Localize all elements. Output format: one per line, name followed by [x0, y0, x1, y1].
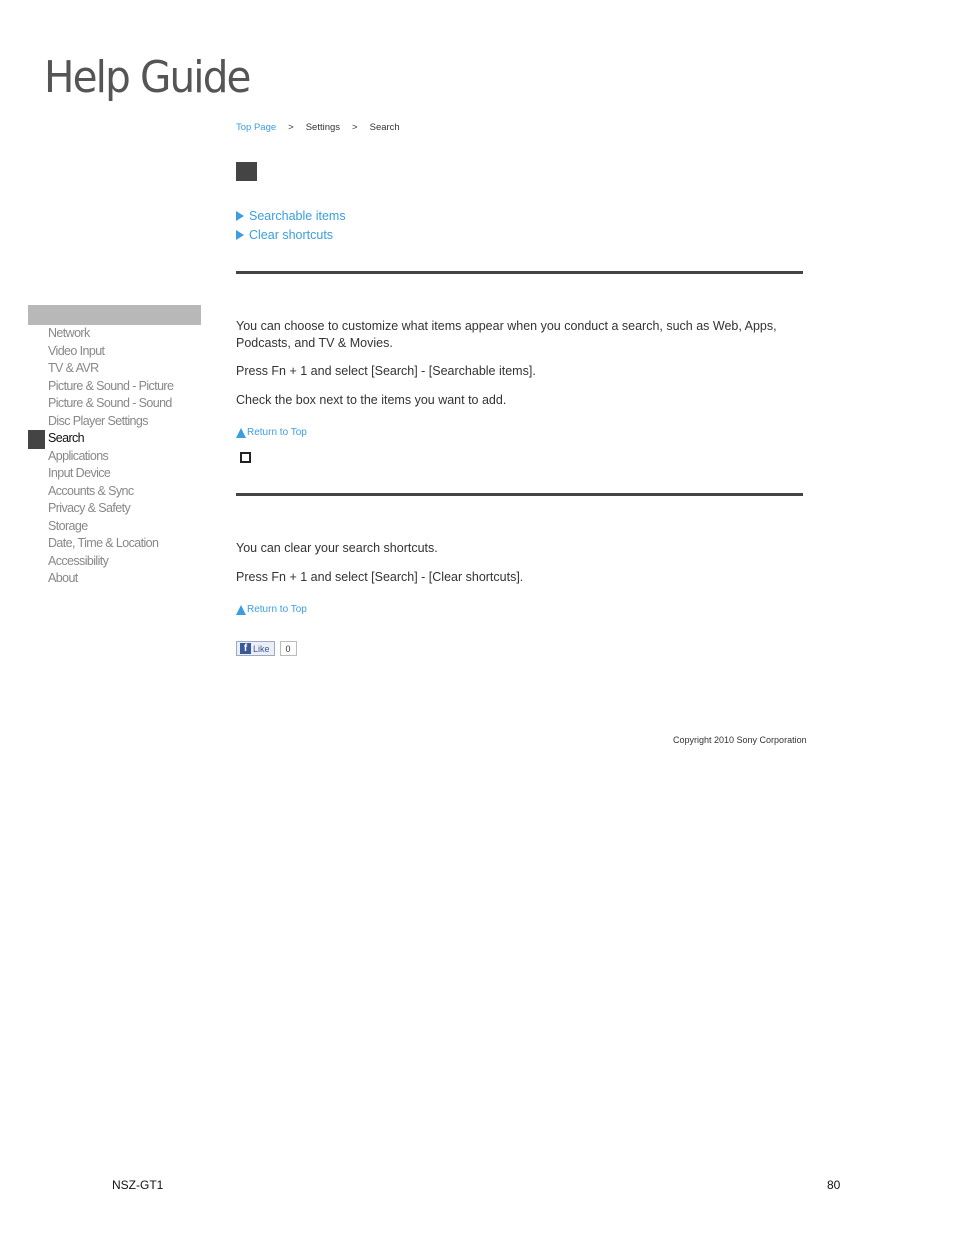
sidebar-item-search[interactable]: Search: [28, 430, 201, 449]
section-divider: [236, 493, 803, 496]
section1-paragraph: Check the box next to the items you want…: [236, 393, 507, 407]
sidebar-item-privacy-safety[interactable]: Privacy & Safety: [28, 500, 201, 518]
help-guide-logo: Help Guide: [44, 52, 251, 103]
toc-link-searchable-items[interactable]: Searchable items: [236, 206, 346, 225]
sidebar-item-storage[interactable]: Storage: [28, 518, 201, 536]
sidebar-nav: Network Video Input TV & AVR Picture & S…: [28, 325, 201, 588]
triangle-right-icon: [236, 229, 244, 240]
toc-link-clear-shortcuts[interactable]: Clear shortcuts: [236, 225, 346, 244]
breadcrumb-current: Search: [369, 122, 400, 133]
sidebar-item-about[interactable]: About: [28, 570, 201, 588]
footer-model-name: NSZ-GT1: [112, 1178, 164, 1192]
toc-link-label: Searchable items: [249, 208, 346, 223]
active-marker: [28, 430, 45, 449]
triangle-up-icon: [236, 428, 246, 438]
facebook-like-widget: f Like 0: [236, 641, 297, 656]
sidebar-header: [28, 305, 201, 325]
return-to-top-link[interactable]: Return to Top: [236, 427, 307, 438]
sidebar-item-picture-sound-picture[interactable]: Picture & Sound - Picture: [28, 378, 201, 396]
return-to-top-label: Return to Top: [247, 604, 307, 615]
page-title-block: [236, 162, 257, 181]
section1-paragraph: You can choose to customize what items a…: [236, 319, 777, 350]
sidebar-item-input-device[interactable]: Input Device: [28, 465, 201, 483]
footer-page-number: 80: [827, 1178, 841, 1192]
sidebar-item-picture-sound-sound[interactable]: Picture & Sound - Sound: [28, 395, 201, 413]
breadcrumb-separator: >: [352, 122, 358, 133]
breadcrumb-top-page-link[interactable]: Top Page: [236, 122, 276, 133]
breadcrumb: Top Page > Settings > Search: [236, 122, 400, 133]
sidebar-item-applications[interactable]: Applications: [28, 448, 201, 466]
sidebar-item-disc-player-settings[interactable]: Disc Player Settings: [28, 413, 201, 431]
sidebar-item-date-time-location[interactable]: Date, Time & Location: [28, 535, 201, 553]
toc-link-label: Clear shortcuts: [249, 227, 334, 242]
triangle-up-icon: [236, 605, 246, 615]
return-to-top-label: Return to Top: [247, 427, 307, 438]
section2-paragraph: You can clear your search shortcuts.: [236, 541, 438, 555]
section1-paragraph: Press Fn + 1 and select [Search] - [Sear…: [236, 364, 536, 378]
sidebar-item-video-input[interactable]: Video Input: [28, 343, 201, 361]
breadcrumb-separator: >: [288, 122, 294, 133]
sidebar-item-tv-avr[interactable]: TV & AVR: [28, 360, 201, 378]
checkbox-icon: [240, 452, 251, 463]
section-divider: [236, 271, 803, 274]
like-count: 0: [279, 641, 297, 656]
copyright-text: Copyright 2010 Sony Corporation: [673, 735, 807, 745]
sidebar-item-network[interactable]: Network: [28, 325, 201, 343]
breadcrumb-settings: Settings: [305, 122, 341, 133]
sidebar-item-label: Search: [48, 431, 85, 445]
sidebar-item-accounts-sync[interactable]: Accounts & Sync: [28, 483, 201, 501]
return-to-top-link[interactable]: Return to Top: [236, 604, 307, 615]
facebook-icon: f: [240, 643, 251, 654]
like-label: Like: [253, 643, 270, 654]
section2-paragraph: Press Fn + 1 and select [Search] - [Clea…: [236, 570, 524, 584]
facebook-like-button[interactable]: f Like: [236, 641, 275, 656]
table-of-contents: Searchable items Clear shortcuts: [236, 206, 346, 244]
sidebar-item-accessibility[interactable]: Accessibility: [28, 553, 201, 571]
triangle-right-icon: [236, 210, 244, 221]
